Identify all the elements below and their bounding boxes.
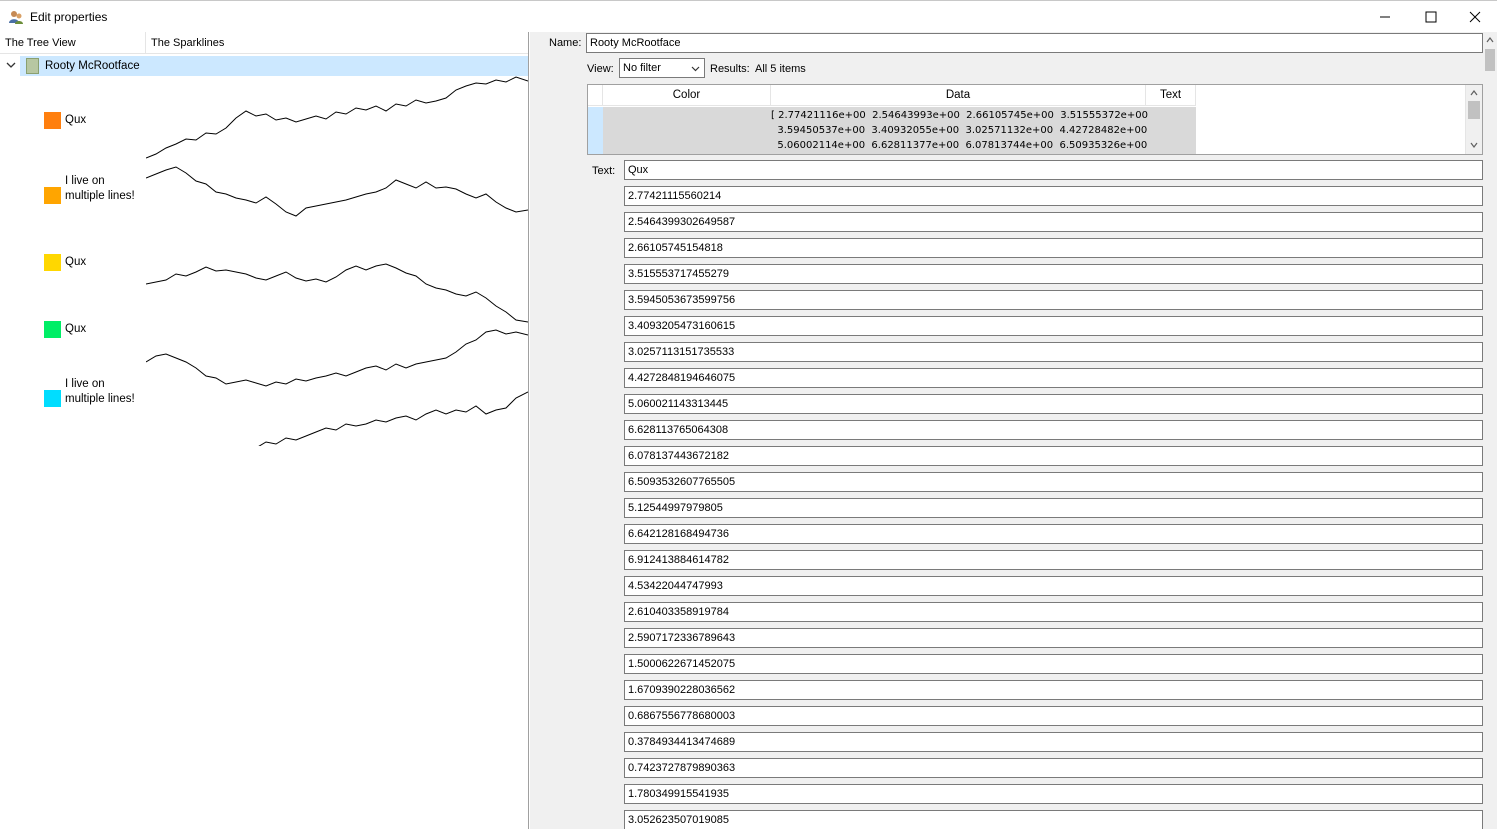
maximize-icon (1425, 11, 1437, 23)
name-label: Name: (549, 37, 582, 49)
color-swatch (44, 390, 61, 407)
grid-header-color[interactable]: Color (603, 85, 771, 106)
data-value-field[interactable]: 2.77421115560214 (624, 186, 1483, 206)
tree-child-label: Qux (65, 323, 87, 335)
data-value-field[interactable]: 6.912413884614782 (624, 550, 1483, 570)
data-value-field[interactable]: 2.5464399302649587 (624, 212, 1483, 232)
tree-root-row[interactable]: Rooty McRootface (20, 56, 528, 76)
color-swatch (44, 112, 61, 129)
data-value-field[interactable]: 1.5000622671452075 (624, 654, 1483, 674)
data-value-field[interactable]: 3.4093205473160615 (624, 316, 1483, 336)
grid-scroll-thumb[interactable] (1468, 101, 1480, 119)
sparkline (146, 329, 528, 387)
scroll-up-icon[interactable] (1469, 88, 1479, 98)
data-value-field[interactable]: 1.6709390228036562 (624, 680, 1483, 700)
tree-view-pane[interactable]: The Tree View The Sparklines Rooty McRoo… (0, 32, 529, 829)
scroll-down-icon[interactable] (1469, 140, 1479, 150)
maximize-button[interactable] (1408, 1, 1454, 33)
grid-row-selector[interactable] (588, 107, 603, 154)
data-value-field[interactable]: 4.53422044747993 (624, 576, 1483, 596)
users-app-icon (9, 11, 23, 24)
data-value-field[interactable]: 0.3784934413474689 (624, 732, 1483, 752)
data-value-field[interactable]: 5.12544997979805 (624, 498, 1483, 518)
color-swatch (44, 187, 61, 204)
tree-header: The Tree View The Sparklines (0, 32, 528, 54)
tree-header-sparklines[interactable]: The Sparklines (146, 32, 528, 54)
editor-vertical-scrollbar[interactable] (1483, 32, 1497, 829)
grid-header-text[interactable]: Text (1146, 85, 1196, 106)
data-value-field[interactable]: 3.515553717455279 (624, 264, 1483, 284)
data-value-field[interactable]: 5.060021143313445 (624, 394, 1483, 414)
close-icon (1469, 11, 1481, 23)
color-swatch (44, 254, 61, 271)
data-value-field[interactable]: 0.6867556778680003 (624, 706, 1483, 726)
data-value-field[interactable]: 1.780349915541935 (624, 784, 1483, 804)
data-value-field[interactable]: 6.5093532607765505 (624, 472, 1483, 492)
grid-row-header-corner (588, 85, 603, 106)
grid-header-data[interactable]: Data (771, 85, 1146, 106)
data-value-field[interactable]: 3.052623507019085 (624, 810, 1483, 829)
tree-header-tree-view[interactable]: The Tree View (0, 32, 146, 54)
property-editor-pane: Name: Rooty McRootface View: No filter R… (530, 32, 1497, 829)
title-bar: Edit properties (0, 0, 1497, 32)
view-filter-value: No filter (623, 62, 661, 74)
data-value-field[interactable]: 2.66105745154818 (624, 238, 1483, 258)
results-label: Results: (710, 63, 750, 75)
sparklines (146, 76, 528, 446)
data-value-field[interactable]: 6.078137443672182 (624, 446, 1483, 466)
sparkline (146, 76, 528, 159)
tree-child-label: Qux (65, 114, 87, 126)
sparkline (146, 166, 528, 217)
close-button[interactable] (1452, 1, 1497, 33)
grid-vertical-scrollbar[interactable] (1465, 85, 1482, 154)
minimize-icon (1380, 16, 1390, 18)
data-value-field[interactable]: 6.628113765064308 (624, 420, 1483, 440)
data-value-field[interactable]: 2.5907172336789643 (624, 628, 1483, 648)
editor-scroll-thumb[interactable] (1485, 49, 1495, 71)
chevron-down-icon[interactable] (5, 59, 17, 71)
name-field[interactable]: Rooty McRootface (586, 33, 1483, 53)
sparkline (146, 263, 528, 323)
data-value-field[interactable]: 6.642128168494736 (624, 524, 1483, 544)
text-label: Text: (592, 165, 616, 177)
color-swatch (44, 321, 61, 338)
tree-child-label: Qux (65, 256, 87, 268)
data-value-field[interactable]: 3.0257113151735533 (624, 342, 1483, 362)
chevron-down-icon (691, 66, 700, 72)
data-value-field[interactable]: 2.610403358919784 (624, 602, 1483, 622)
data-value-field[interactable]: 0.7423727879890363 (624, 758, 1483, 778)
data-value-field[interactable]: 3.5945053673599756 (624, 290, 1483, 310)
root-node-icon (26, 58, 39, 74)
scroll-up-icon[interactable] (1485, 35, 1495, 45)
items-grid[interactable]: Color Data Text [ 2.77421116e+00 2.54643… (587, 84, 1483, 155)
data-value-field[interactable]: 4.4272848194646075 (624, 368, 1483, 388)
view-label: View: (587, 63, 614, 75)
tree-child-label: I live on multiple lines! (65, 175, 135, 202)
grid-data-cell[interactable]: [ 2.77421116e+00 2.54643993e+00 2.661057… (771, 107, 1148, 154)
minimize-button[interactable] (1362, 1, 1408, 33)
view-filter-select[interactable]: No filter (619, 58, 705, 78)
results-value: All 5 items (755, 63, 806, 75)
tree-child-label: I live on multiple lines! (65, 378, 135, 405)
window-title: Edit properties (30, 10, 108, 24)
sparkline (258, 391, 528, 446)
text-field[interactable]: Qux (624, 160, 1483, 180)
tree-root-label: Rooty McRootface (45, 60, 140, 72)
